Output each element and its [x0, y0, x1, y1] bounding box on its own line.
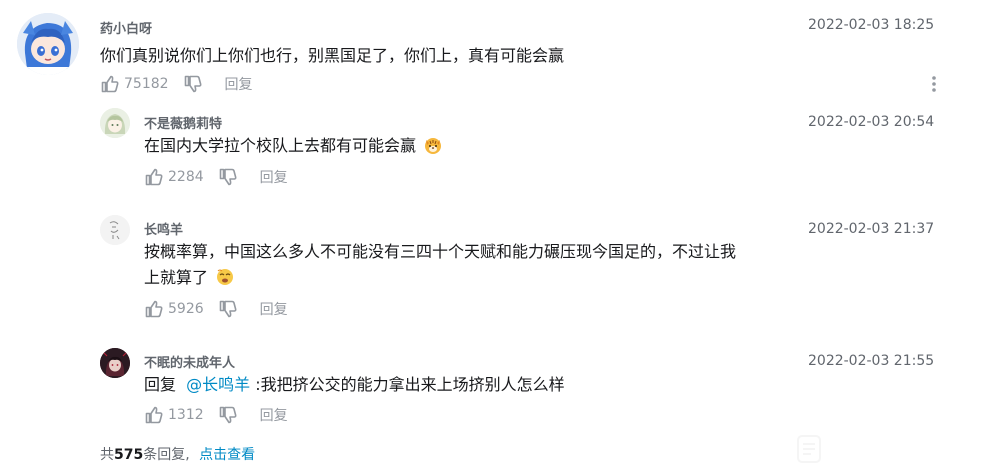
thumbs-up-icon: [145, 406, 163, 424]
like-button[interactable]: 5926: [144, 299, 204, 319]
reply-username[interactable]: 不眠的未成年人: [144, 352, 235, 371]
tiger-emoji-icon: [425, 138, 442, 154]
reply-time: 2022-02-03 21:55: [808, 353, 935, 369]
reply-time: 2022-02-03 21:37: [808, 221, 935, 237]
dislike-button[interactable]: [218, 167, 238, 187]
thumbs-down-icon: [219, 168, 237, 186]
reply-prefix: 回复: [144, 375, 177, 394]
reply-text-line1: 按概率算，中国这么多人不可能没有三四十个天赋和能力碾压现今国足的，不过让我: [144, 242, 737, 261]
like-count: 75182: [124, 76, 169, 92]
anime-character-avatar-icon: [100, 108, 130, 138]
reply-summary-suffix: 条回复,: [143, 447, 190, 463]
anime-girl-avatar-icon: [17, 13, 79, 75]
reply-item: 不眠的未成年人 回复 @长鸣羊 :我把挤公交的能力拿出来上场挤别人怎么样 202…: [0, 335, 999, 435]
like-button[interactable]: 2284: [144, 167, 204, 187]
comment-username[interactable]: 药小白呀: [100, 18, 152, 37]
like-button[interactable]: 75182: [100, 74, 169, 94]
dark-avatar-icon: [100, 348, 130, 378]
mention-link[interactable]: @长鸣羊: [186, 375, 250, 394]
dislike-button[interactable]: [183, 74, 203, 94]
view-more-link[interactable]: 点击查看: [199, 447, 255, 463]
thumbs-down-icon: [219, 406, 237, 424]
avatar[interactable]: [17, 13, 79, 75]
sketch-avatar-icon: [100, 215, 130, 245]
reply-content: 按概率算，中国这么多人不可能没有三四十个天赋和能力碾压现今国足的，不过让我 上就…: [144, 239, 804, 291]
reply-text-line2: 上就算了: [144, 268, 209, 287]
reply-item: 不是薇鹅莉特 在国内大学拉个校队上去都有可能会赢 2022-02-03 20:5…: [0, 100, 999, 200]
watermark-logo: [796, 434, 822, 464]
reply-username[interactable]: 长鸣羊: [144, 219, 183, 238]
comment-time: 2022-02-03 18:25: [808, 17, 935, 33]
reply-actions: 2284 回复: [144, 167, 288, 187]
reply-summary: 共575条回复, 点击查看: [100, 444, 255, 464]
thumbs-down-icon: [184, 75, 202, 93]
reply-actions: 5926 回复: [144, 299, 288, 319]
reply-content: 在国内大学拉个校队上去都有可能会赢: [144, 133, 443, 159]
thumbs-down-icon: [219, 300, 237, 318]
reply-text-line2-wrap: 上就算了: [144, 265, 804, 291]
avatar[interactable]: [100, 215, 130, 245]
reply-summary-prefix: 共: [100, 447, 114, 463]
reply-button[interactable]: 回复: [260, 405, 288, 425]
reply-actions: 1312 回复: [144, 405, 288, 425]
like-count: 5926: [168, 301, 204, 317]
reply-item: 长鸣羊 按概率算，中国这么多人不可能没有三四十个天赋和能力碾压现今国足的，不过让…: [0, 200, 999, 330]
like-count: 2284: [168, 169, 204, 185]
dizzy-emoji-icon: [217, 269, 234, 285]
thumbs-up-icon: [145, 300, 163, 318]
comment-actions: 75182 回复: [100, 74, 253, 94]
thumbs-up-icon: [145, 168, 163, 186]
reply-button[interactable]: 回复: [260, 299, 288, 319]
reply-username[interactable]: 不是薇鹅莉特: [144, 113, 222, 132]
comment-root: 药小白呀 你们真别说你们上你们也行，别黑国足了，你们上，真有可能会赢 2022-…: [0, 0, 999, 100]
like-count: 1312: [168, 407, 204, 423]
reply-text: :我把挤公交的能力拿出来上场挤别人怎么样: [255, 375, 565, 394]
reply-button[interactable]: 回复: [260, 167, 288, 187]
dislike-button[interactable]: [218, 299, 238, 319]
comment-content: 你们真别说你们上你们也行，别黑国足了，你们上，真有可能会赢: [100, 46, 565, 65]
thumbs-up-icon: [101, 75, 119, 93]
dislike-button[interactable]: [218, 405, 238, 425]
reply-content: 回复 @长鸣羊 :我把挤公交的能力拿出来上场挤别人怎么样: [144, 372, 565, 398]
reply-text: 在国内大学拉个校队上去都有可能会赢: [144, 136, 417, 155]
reply-summary-count: 575: [114, 447, 144, 463]
more-vertical-icon[interactable]: [926, 74, 942, 94]
like-button[interactable]: 1312: [144, 405, 204, 425]
avatar[interactable]: [100, 348, 130, 378]
reply-button[interactable]: 回复: [225, 74, 253, 94]
reply-time: 2022-02-03 20:54: [808, 114, 935, 130]
avatar[interactable]: [100, 108, 130, 138]
